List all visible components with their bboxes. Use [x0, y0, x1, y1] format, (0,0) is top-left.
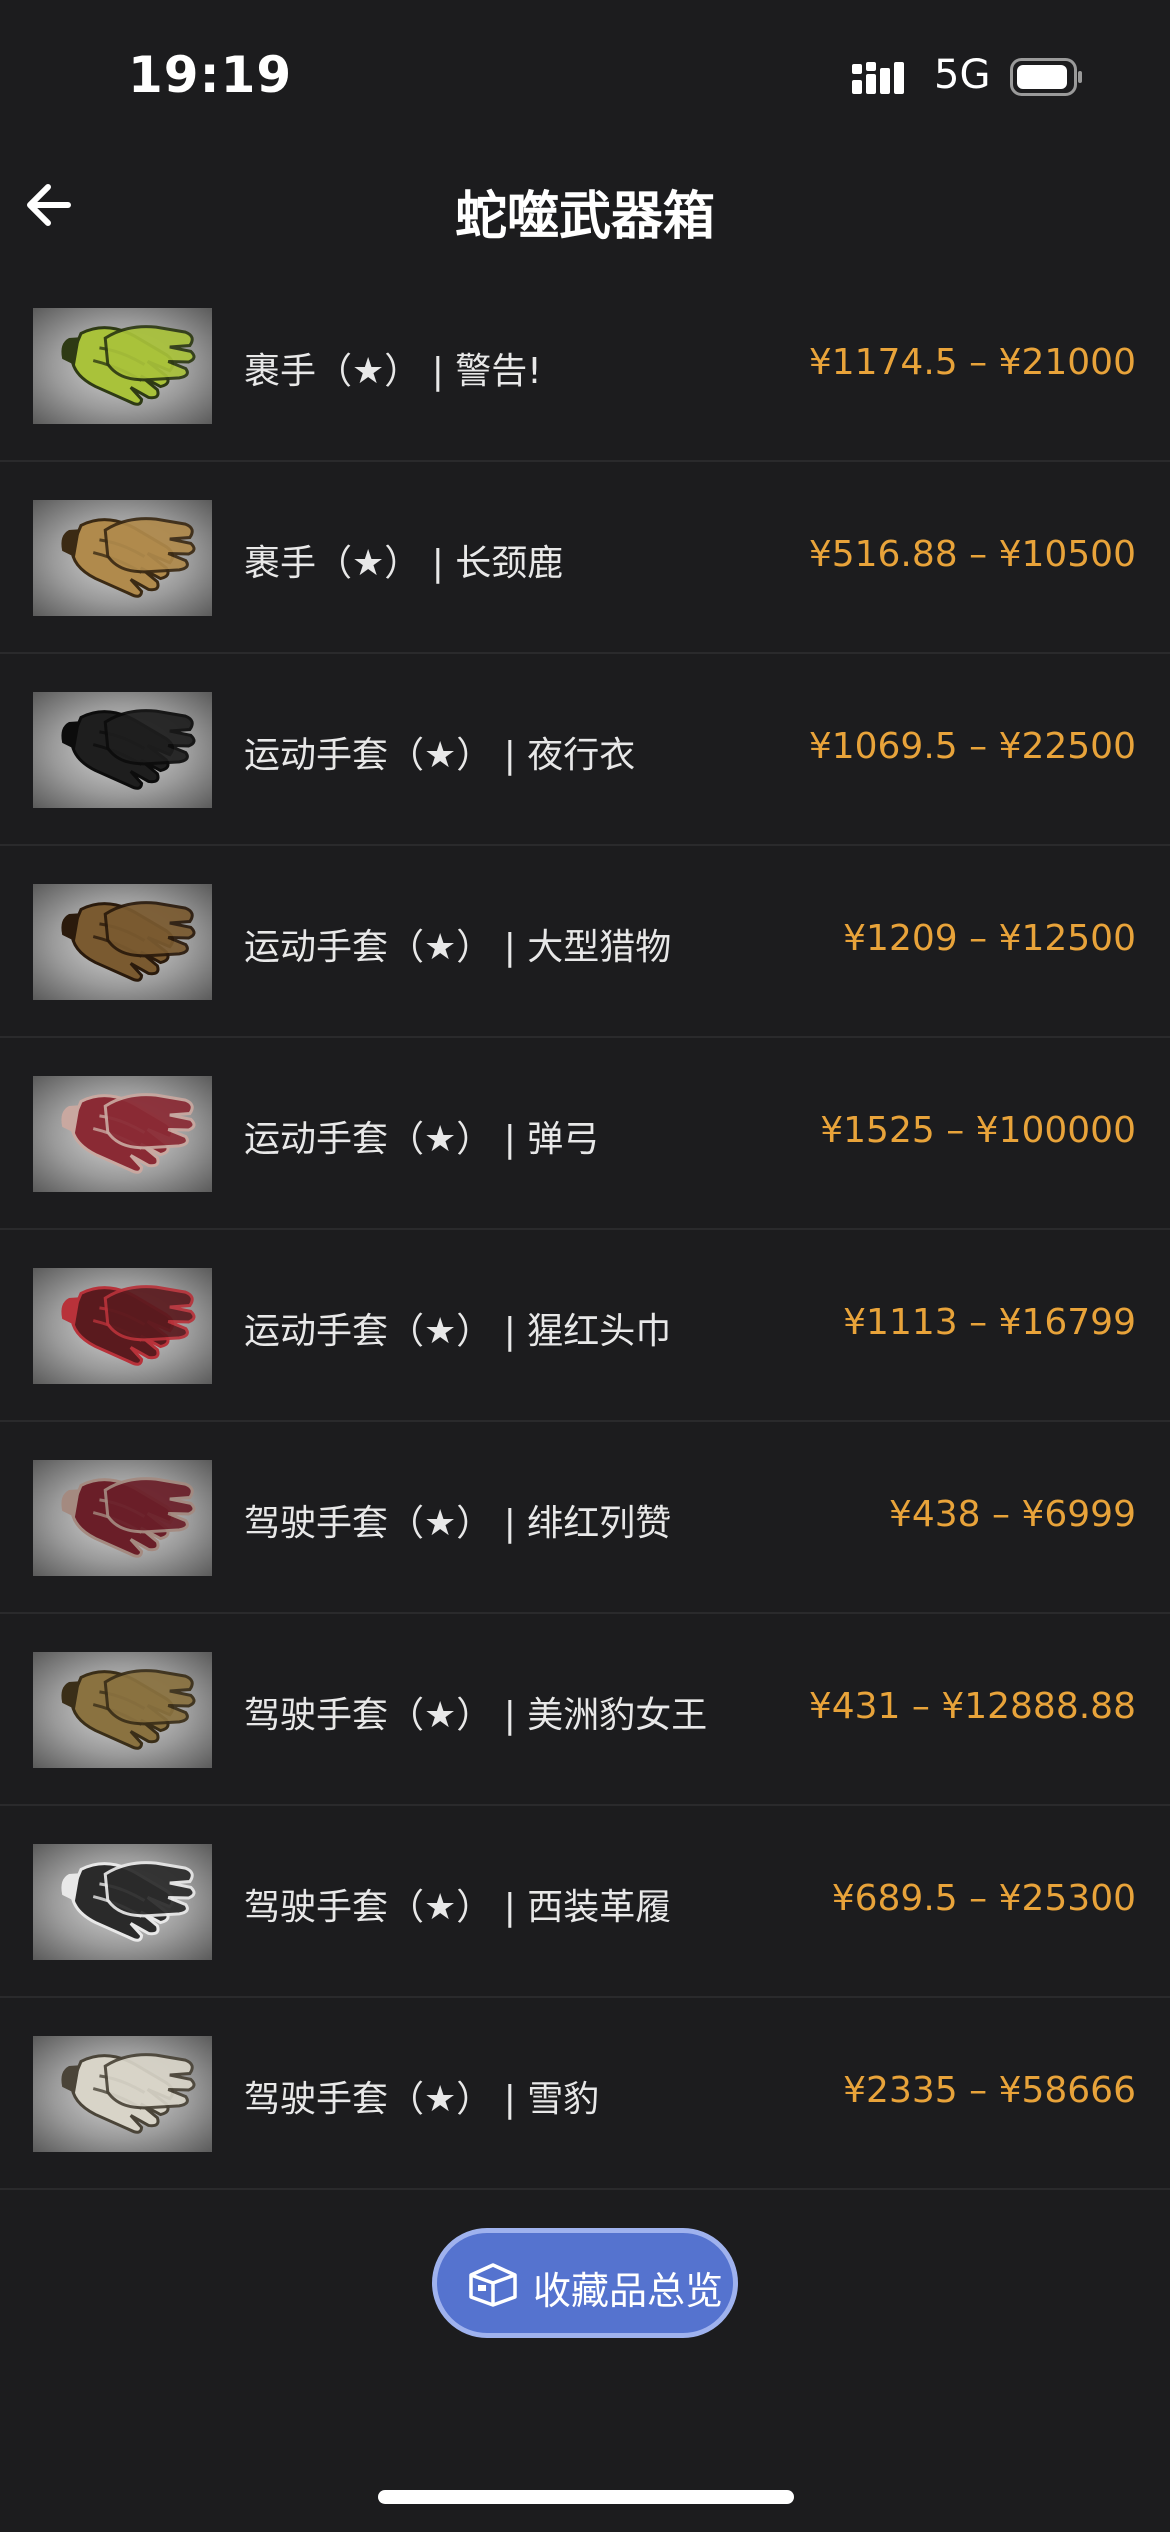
item-name: 驾驶手套（★） | 美洲豹女王 [244, 1695, 708, 1736]
item-price: ¥2335 – ¥58666 [843, 2070, 1136, 2111]
glove-icon [61, 1285, 196, 1366]
item-name: 运动手套（★） | 弹弓 [244, 1119, 600, 1160]
nav-bar: 蛇噬武器箱 [0, 150, 1170, 270]
item-name: 驾驶手套（★） | 雪豹 [244, 2079, 600, 2120]
network-type: 5G [934, 52, 991, 98]
item-price: ¥1069.5 – ¥22500 [808, 726, 1136, 767]
list-item[interactable]: 运动手套（★） | 夜行衣 ¥1069.5 – ¥22500 [0, 654, 1170, 846]
item-name: 裹手（★） | 警告! [244, 351, 542, 392]
item-name: 运动手套（★） | 大型猎物 [244, 927, 672, 968]
status-bar: 19:19 5G [0, 0, 1170, 150]
item-price: ¥1209 – ¥12500 [843, 918, 1136, 959]
list-item[interactable]: 裹手（★） | 警告! ¥1174.5 – ¥21000 [0, 270, 1170, 462]
list-item[interactable]: 驾驶手套（★） | 雪豹 ¥2335 – ¥58666 [0, 1998, 1170, 2190]
glove-thumbnail [33, 884, 212, 1000]
item-price: ¥1113 – ¥16799 [843, 1302, 1136, 1343]
list-item[interactable]: 裹手（★） | 长颈鹿 ¥516.88 – ¥10500 [0, 462, 1170, 654]
glove-icon [61, 325, 196, 406]
glove-icon [61, 2053, 196, 2134]
glove-thumbnail [33, 692, 212, 808]
item-name: 运动手套（★） | 夜行衣 [244, 735, 636, 776]
list-item[interactable]: 驾驶手套（★） | 西装革履 ¥689.5 – ¥25300 [0, 1806, 1170, 1998]
item-name: 驾驶手套（★） | 西装革履 [244, 1887, 672, 1928]
list-item[interactable]: 运动手套（★） | 大型猎物 ¥1209 – ¥12500 [0, 846, 1170, 1038]
glove-icon [61, 517, 196, 598]
list-item[interactable]: 驾驶手套（★） | 美洲豹女王 ¥431 – ¥12888.88 [0, 1614, 1170, 1806]
glove-icon [61, 1093, 196, 1174]
item-price: ¥516.88 – ¥10500 [808, 534, 1136, 575]
page-title: 蛇噬武器箱 [454, 187, 715, 247]
glove-thumbnail [33, 2036, 212, 2152]
collection-overview-button[interactable]: 收藏品总览 [432, 2228, 738, 2338]
battery-icon [1010, 58, 1082, 96]
item-price: ¥431 – ¥12888.88 [808, 1686, 1136, 1727]
glove-thumbnail [33, 1076, 212, 1192]
item-price: ¥689.5 – ¥25300 [831, 1878, 1136, 1919]
glove-icon [61, 1477, 196, 1558]
glove-icon [61, 1669, 196, 1750]
home-indicator [378, 2490, 794, 2504]
case-icon [469, 2263, 517, 2307]
item-name: 运动手套（★） | 猩红头巾 [244, 1311, 672, 1352]
list-item[interactable]: 驾驶手套（★） | 绯红列赞 ¥438 – ¥6999 [0, 1422, 1170, 1614]
item-price: ¥1525 – ¥100000 [820, 1110, 1136, 1151]
glove-thumbnail [33, 1268, 212, 1384]
list-item[interactable]: 运动手套（★） | 弹弓 ¥1525 – ¥100000 [0, 1038, 1170, 1230]
item-price: ¥1174.5 – ¥21000 [808, 342, 1136, 383]
signal-bars-icon [852, 62, 904, 94]
list-item[interactable]: 运动手套（★） | 猩红头巾 ¥1113 – ¥16799 [0, 1230, 1170, 1422]
glove-thumbnail [33, 1652, 212, 1768]
item-price: ¥438 – ¥6999 [888, 1494, 1136, 1535]
glove-thumbnail [33, 1460, 212, 1576]
item-name: 驾驶手套（★） | 绯红列赞 [244, 1503, 672, 1544]
item-name: 裹手（★） | 长颈鹿 [244, 543, 564, 584]
collection-overview-label: 收藏品总览 [533, 2269, 724, 2313]
glove-icon [61, 1861, 196, 1942]
glove-icon [61, 901, 196, 982]
glove-thumbnail [33, 500, 212, 616]
glove-thumbnail [33, 1844, 212, 1960]
glove-thumbnail [33, 308, 212, 424]
status-time: 19:19 [128, 46, 293, 104]
glove-icon [61, 709, 196, 790]
